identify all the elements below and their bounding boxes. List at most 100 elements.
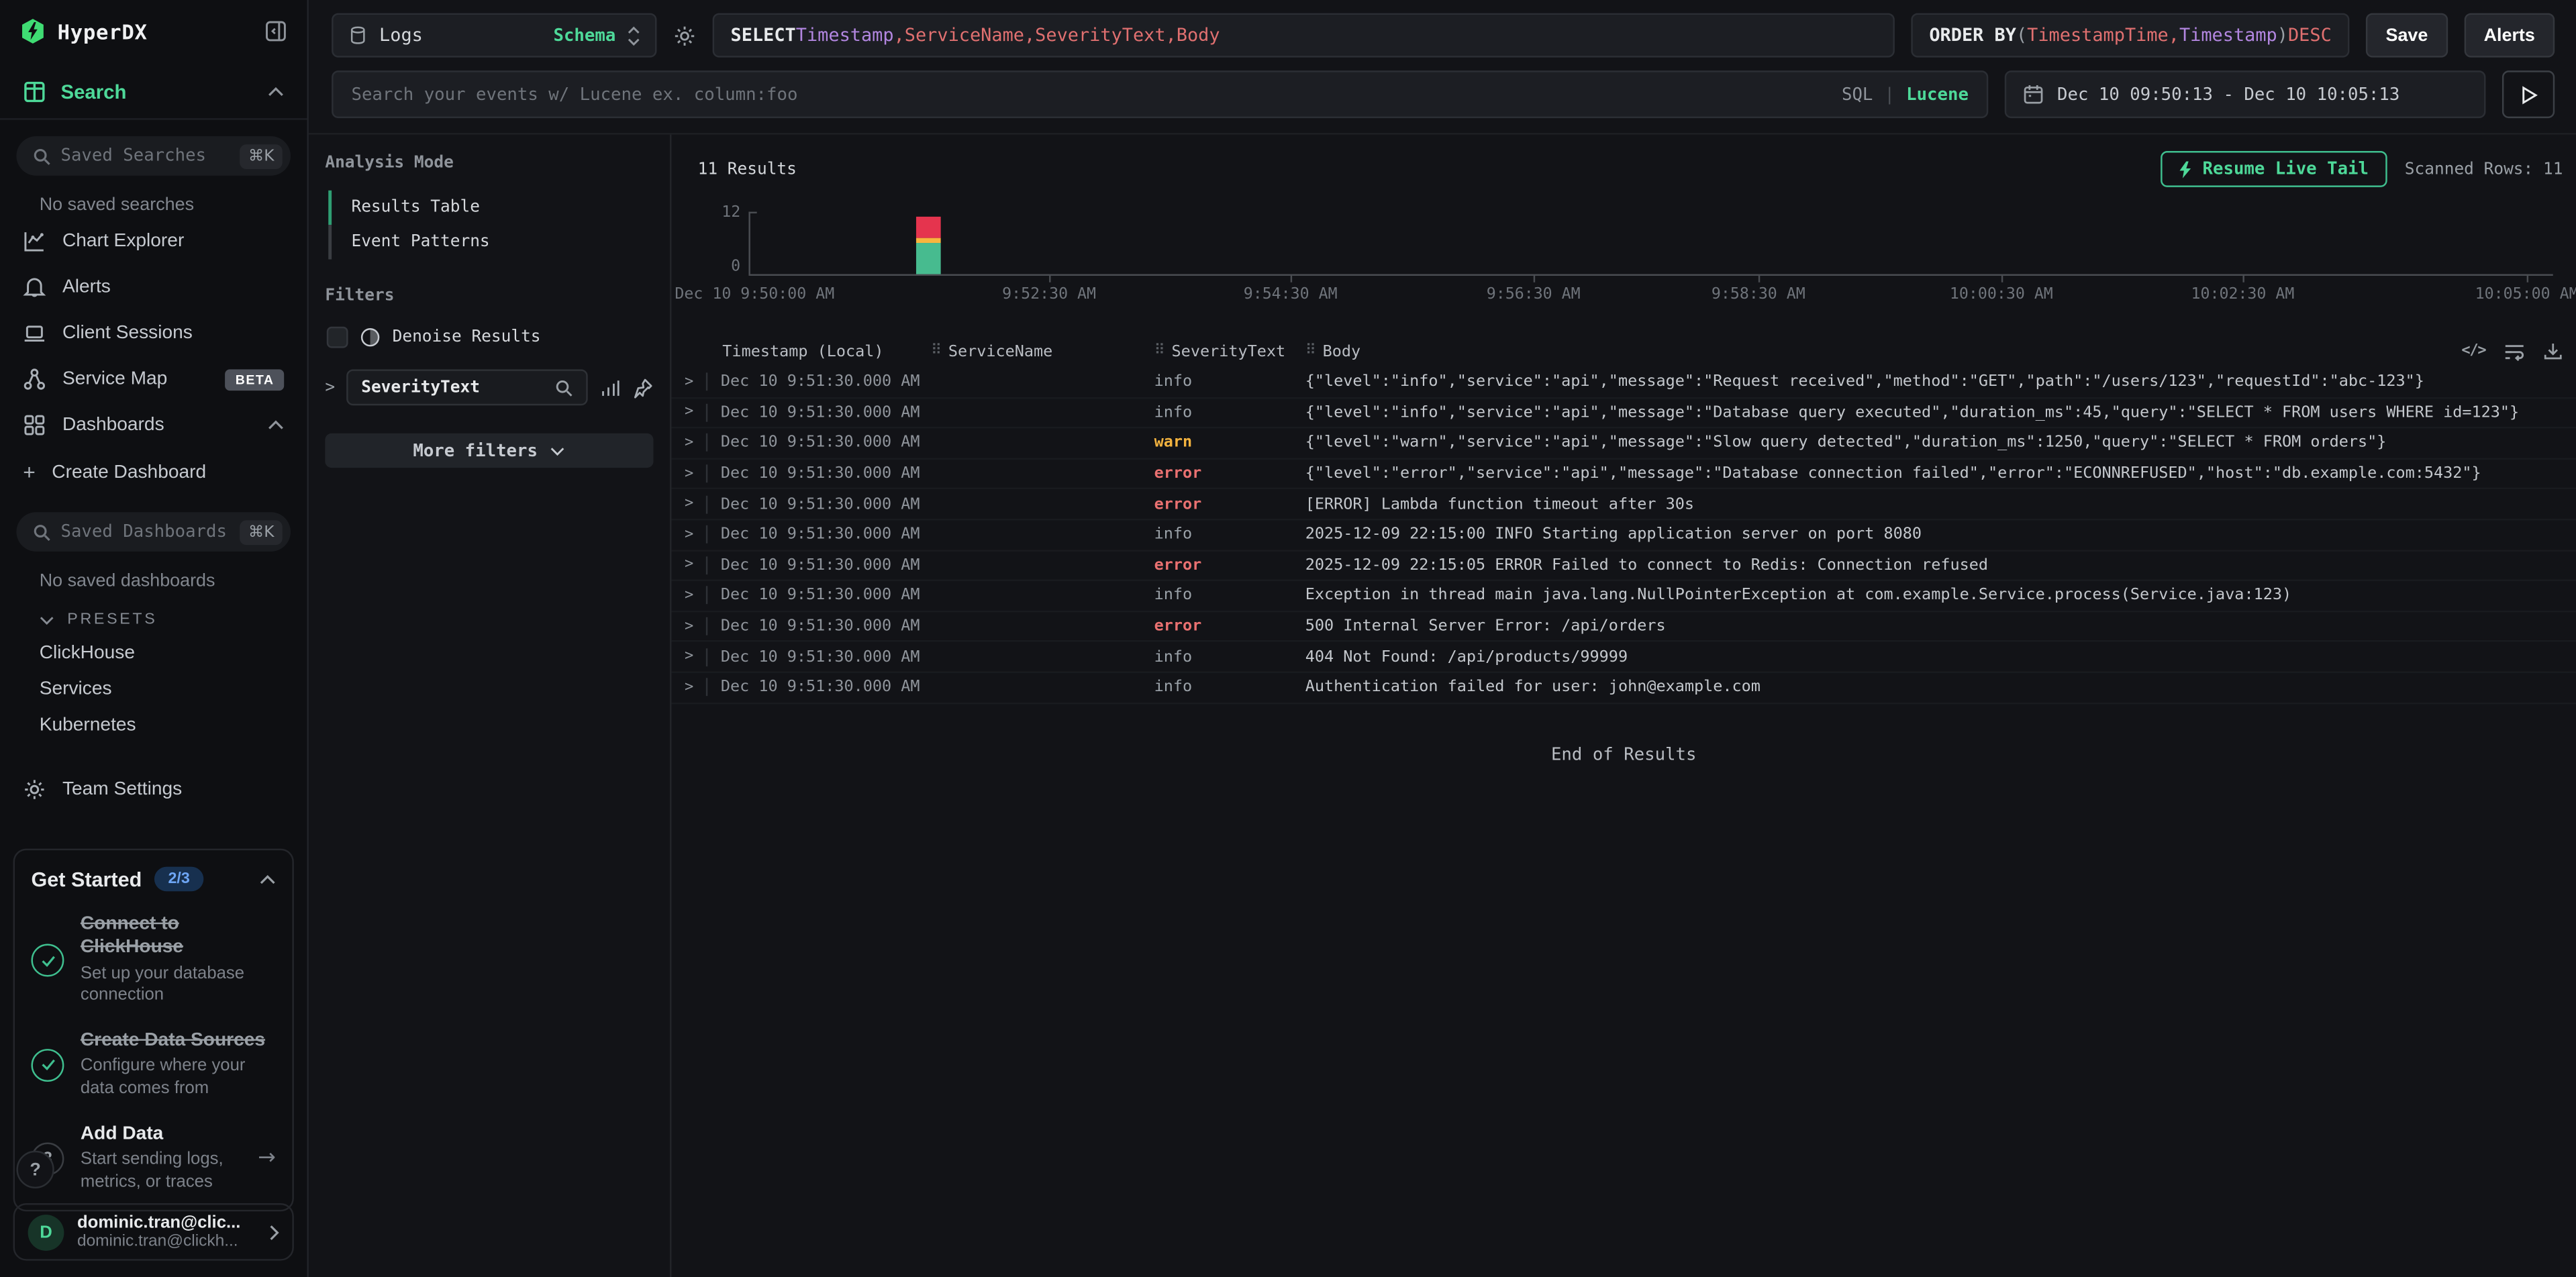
sidebar-item-label: Team Settings — [62, 780, 182, 799]
get-started-step[interactable]: Connect to ClickHouse Set up your databa… — [31, 913, 275, 1008]
column-header-severitytext[interactable]: ⠿SeverityText — [1154, 342, 1305, 360]
alerts-button[interactable]: Alerts — [2464, 13, 2555, 58]
more-filters-button[interactable]: More filters — [325, 433, 653, 468]
select-query-input[interactable]: SELECT Timestamp,ServiceName,SeverityTex… — [713, 13, 1895, 58]
row-expand-chevron[interactable]: > — [685, 527, 706, 543]
drag-handle-icon[interactable]: ⠿ — [1154, 343, 1165, 359]
mode-event-patterns[interactable]: Event Patterns — [328, 225, 653, 259]
preset-clickhouse[interactable]: ClickHouse — [0, 635, 307, 672]
user-account-card[interactable]: D dominic.tran@clic... dominic.tran@clic… — [13, 1203, 294, 1261]
row-divider — [706, 648, 707, 666]
save-button[interactable]: Save — [2366, 13, 2448, 58]
sidebar-item-label: Search — [61, 81, 127, 103]
bar-chart-icon[interactable] — [599, 376, 621, 398]
table-row[interactable]: >Dec 10 9:51:30.000 AMinfoAuthentication… — [671, 673, 2576, 703]
step-desc: Configure where your data comes from — [81, 1056, 276, 1101]
chevron-right-icon[interactable]: > — [325, 378, 335, 397]
drag-handle-icon[interactable]: ⠿ — [931, 343, 942, 359]
denoise-label: Denoise Results — [393, 328, 541, 346]
table-row[interactable]: >Dec 10 9:51:30.000 AMinfo404 Not Found:… — [671, 642, 2576, 672]
sidebar-item-search[interactable]: Search — [0, 66, 307, 118]
wrap-lines-icon[interactable] — [2504, 342, 2525, 360]
sidebar-item-chart-explorer[interactable]: Chart Explorer — [0, 218, 307, 264]
run-query-button[interactable] — [2502, 70, 2555, 118]
table-row[interactable]: >Dec 10 9:51:30.000 AMerror500 Internal … — [671, 612, 2576, 642]
table-row[interactable]: >Dec 10 9:51:30.000 AMinfo{"level":"info… — [671, 398, 2576, 428]
date-range-picker[interactable]: Dec 10 09:50:13 - Dec 10 10:05:13 — [2005, 70, 2486, 118]
table-row[interactable]: >Dec 10 9:51:30.000 AMinfo{"level":"info… — [671, 368, 2576, 398]
row-expand-chevron[interactable]: > — [685, 588, 706, 604]
pin-icon[interactable] — [632, 376, 654, 398]
sidebar-item-client-sessions[interactable]: Client Sessions — [0, 310, 307, 356]
row-expand-chevron[interactable]: > — [685, 649, 706, 665]
sidebar-item-label: Alerts — [62, 277, 111, 297]
source-select[interactable]: Logs Schema — [332, 13, 656, 58]
row-expand-chevron[interactable]: > — [685, 466, 706, 482]
row-expand-chevron[interactable]: > — [685, 679, 706, 695]
cell-severity: warn — [1154, 434, 1305, 452]
table-row[interactable]: >Dec 10 9:51:30.000 AMwarn{"level":"warn… — [671, 429, 2576, 459]
x-tick-mark — [1049, 274, 1050, 283]
code-view-icon[interactable]: </> — [2461, 343, 2485, 359]
arrow-right-icon: → — [258, 1145, 276, 1170]
order-by-input[interactable]: ORDER BY (TimestampTime, Timestamp) DESC — [1911, 13, 2349, 58]
search-icon[interactable] — [555, 378, 573, 397]
chevron-up-icon[interactable] — [259, 874, 275, 884]
resume-live-tail-button[interactable]: Resume Live Tail — [2160, 151, 2387, 187]
severitytext-field-box[interactable]: SeverityText — [346, 369, 588, 405]
lang-sql-option[interactable]: SQL — [1842, 85, 1873, 104]
histogram-bar[interactable] — [916, 217, 941, 274]
table-row[interactable]: >Dec 10 9:51:30.000 AMinfo2025-12-09 22:… — [671, 520, 2576, 550]
get-started-step[interactable]: Create Data Sources Configure where your… — [31, 1029, 275, 1101]
row-expand-chevron[interactable]: > — [685, 557, 706, 573]
database-icon — [348, 25, 368, 46]
row-expand-chevron[interactable]: > — [685, 618, 706, 634]
sidebar-item-alerts[interactable]: Alerts — [0, 264, 307, 310]
event-search-input[interactable] — [334, 72, 1987, 117]
get-started-title: Get Started — [31, 868, 142, 890]
select-cols: ,ServiceName,SeverityText,Body — [894, 25, 1220, 46]
download-icon[interactable] — [2543, 342, 2563, 361]
mode-results-table[interactable]: Results Table — [328, 191, 653, 225]
row-expand-chevron[interactable]: > — [685, 405, 706, 421]
preset-services[interactable]: Services — [0, 671, 307, 707]
cell-body: Exception in thread main java.lang.NullP… — [1305, 586, 2563, 605]
column-header-timestamp[interactable]: Timestamp (Local) — [722, 342, 931, 360]
presets-toggle[interactable]: PRESETS — [0, 595, 307, 635]
column-label: Body — [1323, 342, 1361, 360]
sidebar-item-dashboards[interactable]: Dashboards — [0, 402, 307, 448]
get-started-header[interactable]: Get Started 2/3 — [31, 867, 275, 892]
step-title: Add Data — [81, 1122, 242, 1145]
saved-searches-input[interactable]: ⌘K — [16, 136, 291, 176]
table-row[interactable]: >Dec 10 9:51:30.000 AMinfoException in t… — [671, 581, 2576, 611]
x-tick-mark — [2242, 274, 2244, 283]
row-expand-chevron[interactable]: > — [685, 374, 706, 390]
cell-severity: info — [1154, 586, 1305, 605]
table-row[interactable]: >Dec 10 9:51:30.000 AMerror2025-12-09 22… — [671, 551, 2576, 581]
x-axis-label: 9:56:30 AM — [1487, 286, 1581, 304]
get-started-step[interactable]: 3 Add Data Start sending logs, metrics, … — [31, 1122, 275, 1194]
create-dashboard-button[interactable]: + Create Dashboard — [0, 448, 307, 496]
results-count: 11 Results — [698, 160, 797, 178]
saved-dashboards-field[interactable] — [61, 522, 231, 542]
column-header-servicename[interactable]: ⠿ServiceName — [931, 342, 1154, 360]
denoise-checkbox[interactable] — [327, 327, 348, 348]
query-settings-gear-icon[interactable] — [673, 23, 696, 46]
saved-searches-field[interactable] — [61, 146, 231, 166]
table-row[interactable]: >Dec 10 9:51:30.000 AMerror[ERROR] Lambd… — [671, 490, 2576, 520]
table-row[interactable]: >Dec 10 9:51:30.000 AMerror{"level":"err… — [671, 459, 2576, 489]
sidebar-item-team-settings[interactable]: Team Settings — [0, 766, 307, 812]
denoise-results-row[interactable]: Denoise Results — [327, 327, 654, 348]
help-button[interactable]: ? — [16, 1151, 54, 1188]
row-expand-chevron[interactable]: > — [685, 496, 706, 512]
drag-handle-icon[interactable]: ⠿ — [1305, 343, 1316, 359]
chevron-up-icon[interactable] — [268, 420, 284, 430]
preset-kubernetes[interactable]: Kubernetes — [0, 707, 307, 744]
chevron-up-icon[interactable] — [268, 87, 284, 97]
row-expand-chevron[interactable]: > — [685, 435, 706, 451]
sidebar-item-service-map[interactable]: Service Map BETA — [0, 356, 307, 402]
saved-dashboards-input[interactable]: ⌘K — [16, 512, 291, 552]
column-header-body[interactable]: ⠿ Body — [1305, 342, 2442, 360]
lang-lucene-option[interactable]: Lucene — [1906, 85, 1969, 104]
collapse-sidebar-icon[interactable] — [264, 19, 287, 42]
